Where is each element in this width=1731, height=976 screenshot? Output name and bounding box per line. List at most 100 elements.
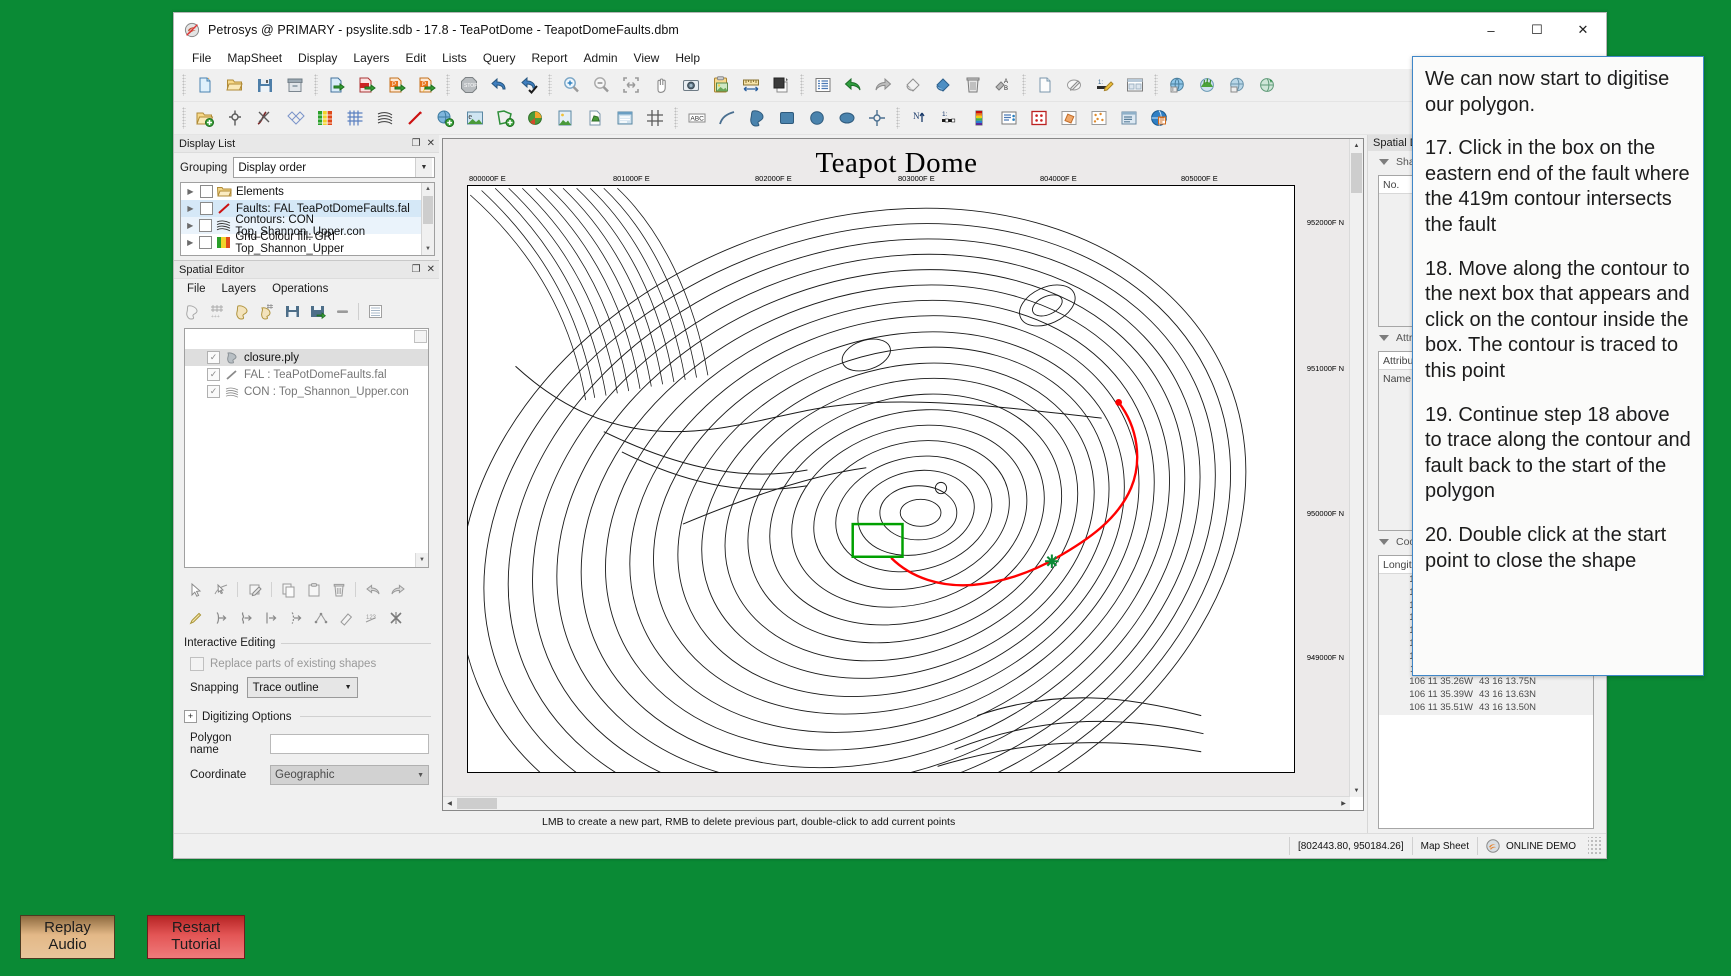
eraser-icon[interactable]	[334, 606, 357, 629]
map-vertical-scrollbar[interactable]: ▲ ▼	[1349, 139, 1363, 797]
scroll-left-icon[interactable]: ◀	[443, 797, 456, 810]
new-page-icon[interactable]	[1031, 71, 1059, 99]
open-layer-add-icon[interactable]	[191, 104, 219, 132]
toolbar-grip[interactable]	[674, 107, 678, 129]
map-sheet[interactable]: Teapot Dome 800000F E 801000F E 802000F …	[443, 139, 1350, 797]
visibility-checkbox[interactable]	[200, 185, 213, 198]
merge-nodes-icon[interactable]	[309, 606, 332, 629]
tree-item-grid-colour-fill[interactable]: ▶ Grid Colour fill: GRI Top_Shannon_Uppe…	[181, 234, 434, 251]
globe-window-icon[interactable]	[1145, 104, 1173, 132]
measure-distance-icon[interactable]	[737, 71, 765, 99]
chevron-right-icon[interactable]: ▶	[185, 187, 196, 196]
chevron-down-icon[interactable]: ▼	[415, 158, 432, 177]
copy-icon[interactable]	[277, 578, 300, 601]
delete-icon[interactable]	[327, 578, 350, 601]
pie-chart-icon[interactable]	[521, 104, 549, 132]
chevron-right-icon[interactable]: ▶	[185, 204, 196, 213]
scroll-up-icon[interactable]: ▲	[1350, 139, 1363, 152]
clear-all-icon[interactable]	[384, 606, 407, 629]
polygon-name-input[interactable]	[270, 734, 429, 754]
globe-info-1-icon[interactable]: i	[1163, 71, 1191, 99]
rotate-shape-icon[interactable]	[1055, 104, 1083, 132]
globe-info-2-icon[interactable]	[1223, 71, 1251, 99]
toolbar-grip[interactable]	[896, 107, 900, 129]
visibility-checkbox[interactable]	[199, 219, 212, 232]
scroll-right-icon[interactable]: ▶	[1337, 797, 1350, 810]
select-point-icon[interactable]	[209, 578, 232, 601]
edit-scale-icon[interactable]: 1:	[1091, 71, 1119, 99]
pan-hand-icon[interactable]	[647, 71, 675, 99]
replace-parts-checkbox[interactable]	[190, 657, 204, 671]
crosshair-grid-icon[interactable]	[641, 104, 669, 132]
menu-edit[interactable]: Edit	[397, 49, 434, 67]
zoom-out-icon[interactable]	[587, 71, 615, 99]
menu-help[interactable]: Help	[667, 49, 708, 67]
minimize-button[interactable]: –	[1468, 13, 1514, 47]
chevron-down-icon[interactable]: ▼	[345, 684, 352, 691]
scroll-down-icon[interactable]: ▼	[422, 243, 434, 255]
delete-icon[interactable]	[959, 71, 987, 99]
layer-checkbox[interactable]: ✓	[207, 385, 220, 398]
redo-confirm-icon[interactable]	[515, 71, 543, 99]
table-row[interactable]: 106 11 35.26W43 16 13.75N	[1379, 676, 1593, 689]
globe-grass-icon[interactable]	[1193, 71, 1221, 99]
menu-display[interactable]: Display	[290, 49, 345, 67]
grid-points-icon[interactable]: +++	[205, 299, 229, 323]
layer-front-icon[interactable]	[767, 71, 795, 99]
toolbar-grip[interactable]	[182, 107, 186, 129]
toolbar-grip[interactable]	[1022, 74, 1026, 96]
undo-icon[interactable]	[485, 71, 513, 99]
se-menu-layers[interactable]: Layers	[215, 281, 264, 297]
replay-audio-button[interactable]: Replay Audio	[20, 915, 115, 959]
triangle-down-icon[interactable]	[1379, 539, 1389, 545]
float-icon[interactable]: ❐	[412, 139, 421, 149]
abc-text-icon[interactable]: ABC	[683, 104, 711, 132]
globe-add-icon[interactable]	[431, 104, 459, 132]
toolbar-grip[interactable]	[446, 74, 450, 96]
menu-file[interactable]: File	[184, 49, 219, 67]
save-as-shape-icon[interactable]	[305, 299, 329, 323]
open-shape-grid-icon[interactable]	[255, 299, 279, 323]
menu-view[interactable]: View	[626, 49, 668, 67]
map-frame[interactable]	[467, 185, 1295, 773]
toolbar-grip[interactable]	[548, 74, 552, 96]
menu-admin[interactable]: Admin	[576, 49, 626, 67]
chevron-down-icon[interactable]: ▼	[417, 772, 424, 779]
export-ppt-icon[interactable]: P	[383, 71, 411, 99]
menu-mapsheet[interactable]: MapSheet	[219, 49, 290, 67]
renumber-icon[interactable]: 123	[359, 606, 382, 629]
layer-row-con[interactable]: ✓ CON : Top_Shannon_Upper.con	[185, 383, 428, 400]
grouping-combo[interactable]: Display order ▼	[233, 157, 435, 178]
layer-row-fal[interactable]: ✓ FAL : TeaPotDomeFaults.fal	[185, 366, 428, 383]
edit-shape-icon[interactable]	[243, 578, 266, 601]
map-horizontal-scrollbar[interactable]: ◀ ▶	[443, 796, 1350, 810]
toolbar-grip[interactable]	[314, 74, 318, 96]
contour-icon[interactable]	[371, 104, 399, 132]
legend-icon[interactable]	[611, 104, 639, 132]
undo-green-icon[interactable]	[839, 71, 867, 99]
image-document-icon[interactable]	[551, 104, 579, 132]
seismic-line-icon[interactable]	[251, 104, 279, 132]
north-arrow-icon[interactable]: N	[905, 104, 933, 132]
triangle-down-icon[interactable]	[1379, 335, 1389, 341]
close-icon[interactable]: ✕	[427, 265, 435, 275]
polygon-add-icon[interactable]	[491, 104, 519, 132]
tree-item-elements[interactable]: ▶ Elements	[181, 183, 434, 200]
float-icon[interactable]: ❐	[412, 265, 421, 275]
append-dashed-icon[interactable]	[284, 606, 307, 629]
text-box-icon[interactable]	[995, 104, 1023, 132]
save-icon[interactable]	[251, 71, 279, 99]
expand-icon[interactable]: +	[184, 710, 197, 723]
new-shape-icon[interactable]	[180, 299, 204, 323]
save-shape-icon[interactable]	[280, 299, 304, 323]
snapping-combo[interactable]: Trace outline ▼	[247, 677, 358, 698]
doc-polygon-icon[interactable]	[581, 104, 609, 132]
archive-icon[interactable]	[281, 71, 309, 99]
table-row[interactable]: 106 11 35.39W43 16 13.63N	[1379, 689, 1593, 702]
stop-icon[interactable]: STOP	[455, 71, 483, 99]
visibility-checkbox[interactable]	[199, 236, 212, 249]
export-pdf-icon[interactable]	[353, 71, 381, 99]
append-curve-icon[interactable]	[234, 606, 257, 629]
digitizing-options-expander[interactable]: + Digitizing Options	[184, 710, 431, 723]
menu-report[interactable]: Report	[524, 49, 576, 67]
